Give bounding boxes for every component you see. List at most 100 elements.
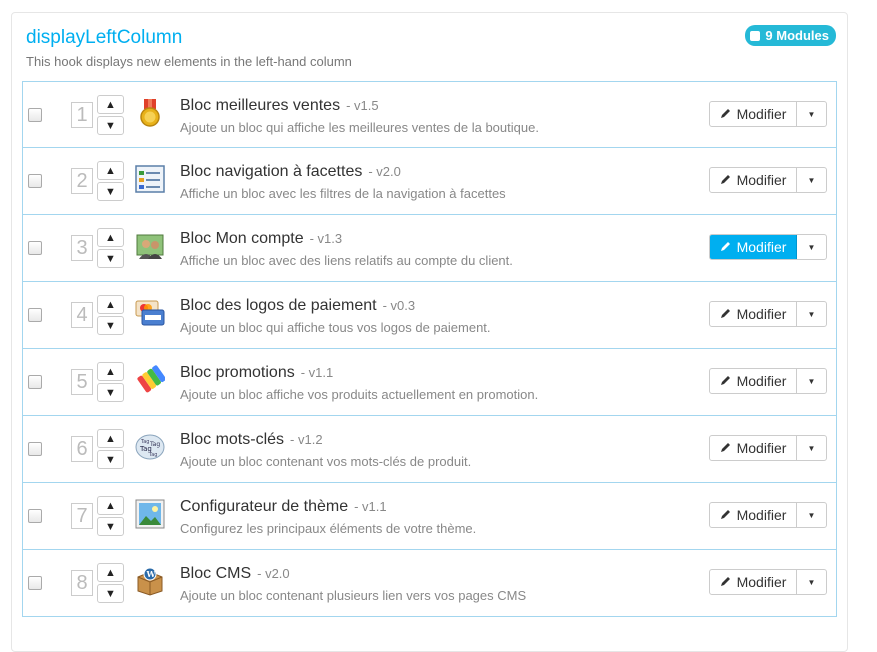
hook-description: This hook displays new elements in the l… (26, 54, 352, 69)
move-up-button[interactable]: ▲ (97, 429, 124, 448)
module-select-checkbox[interactable] (28, 375, 42, 389)
module-position: 2 (71, 168, 93, 194)
chevron-up-icon: ▲ (105, 499, 116, 512)
caret-down-icon: ▼ (807, 175, 816, 185)
modify-button[interactable]: Modifier (710, 102, 797, 126)
actions-dropdown-toggle[interactable]: ▼ (797, 570, 826, 594)
module-row: 6 ▲ ▼ Tag Tag Tag Tag Bloc mots-clés - v1.2 … (23, 416, 836, 483)
modify-button-label: Modifier (736, 574, 787, 590)
caret-down-icon: ▼ (807, 510, 816, 520)
module-actions: Modifier ▼ (709, 234, 827, 260)
module-select-checkbox[interactable] (28, 576, 42, 590)
actions-dropdown-toggle[interactable]: ▼ (797, 102, 826, 126)
move-up-button[interactable]: ▲ (97, 496, 124, 515)
actions-dropdown-toggle[interactable]: ▼ (797, 168, 826, 192)
chevron-down-icon: ▼ (105, 252, 116, 265)
move-down-button[interactable]: ▼ (97, 450, 124, 469)
modify-button[interactable]: Modifier (710, 436, 797, 460)
modify-button[interactable]: Modifier (710, 570, 797, 594)
module-description: Affiche un bloc avec des liens relatifs … (180, 253, 513, 268)
module-actions: Modifier ▼ (709, 502, 827, 528)
chevron-up-icon: ▲ (105, 566, 116, 579)
actions-dropdown-toggle[interactable]: ▼ (797, 503, 826, 527)
modify-button-label: Modifier (736, 239, 787, 255)
module-position: 8 (71, 570, 93, 596)
modify-button-label: Modifier (736, 106, 787, 122)
move-down-button[interactable]: ▼ (97, 316, 124, 335)
modules-count-badge: 9 Modules (745, 25, 836, 46)
actions-dropdown-toggle[interactable]: ▼ (797, 369, 826, 393)
chevron-down-icon: ▼ (105, 119, 116, 132)
module-name: Bloc CMS - v2.0 (180, 565, 290, 583)
module-select-checkbox[interactable] (28, 509, 42, 523)
modify-button[interactable]: Modifier (710, 302, 797, 326)
account-icon (135, 231, 165, 261)
module-row: 4 ▲ ▼ Bloc des logos de paiement - v0.3 A… (23, 282, 836, 349)
module-position: 3 (71, 235, 93, 261)
chevron-down-icon: ▼ (105, 453, 116, 466)
module-actions: Modifier ▼ (709, 101, 827, 127)
modify-button-label: Modifier (736, 172, 787, 188)
chevron-up-icon: ▲ (105, 164, 116, 177)
pencil-icon (720, 574, 732, 590)
actions-dropdown-toggle[interactable]: ▼ (797, 436, 826, 460)
chevron-down-icon: ▼ (105, 520, 116, 533)
module-row: 8 ▲ ▼ W Bloc CMS - v2.0 Ajoute un bloc co… (23, 550, 836, 617)
svg-text:Tag: Tag (148, 452, 157, 458)
caret-down-icon: ▼ (807, 376, 816, 386)
position-arrows: ▲ ▼ (97, 228, 125, 268)
pencil-icon (720, 239, 732, 255)
actions-dropdown-toggle[interactable]: ▼ (797, 235, 826, 259)
move-down-button[interactable]: ▼ (97, 517, 124, 536)
module-position: 1 (71, 102, 93, 128)
modify-button[interactable]: Modifier (710, 369, 797, 393)
caret-down-icon: ▼ (807, 309, 816, 319)
move-up-button[interactable]: ▲ (97, 95, 124, 114)
actions-dropdown-toggle[interactable]: ▼ (797, 302, 826, 326)
tag-cloud-icon: Tag Tag Tag Tag (135, 432, 165, 462)
modify-button[interactable]: Modifier (710, 235, 797, 259)
move-down-button[interactable]: ▼ (97, 584, 124, 603)
modify-button[interactable]: Modifier (710, 503, 797, 527)
chevron-down-icon: ▼ (105, 319, 116, 332)
chevron-up-icon: ▲ (105, 98, 116, 111)
module-description: Ajoute un bloc contenant plusieurs lien … (180, 588, 527, 603)
move-down-button[interactable]: ▼ (97, 116, 124, 135)
chevron-up-icon: ▲ (105, 298, 116, 311)
move-up-button[interactable]: ▲ (97, 295, 124, 314)
module-description: Ajoute un bloc affiche vos produits actu… (180, 387, 539, 402)
module-position: 6 (71, 436, 93, 462)
module-select-checkbox[interactable] (28, 308, 42, 322)
move-up-button[interactable]: ▲ (97, 228, 124, 247)
pencil-icon (720, 373, 732, 389)
move-down-button[interactable]: ▼ (97, 249, 124, 268)
position-arrows: ▲ ▼ (97, 161, 125, 201)
module-row: 2 ▲ ▼ Bloc navigation à facettes - v2.0 A… (23, 148, 836, 215)
module-version: - v1.3 (309, 231, 343, 246)
module-select-checkbox[interactable] (28, 442, 42, 456)
module-name-text: Bloc mots-clés (180, 431, 285, 448)
module-select-checkbox[interactable] (28, 174, 42, 188)
move-down-button[interactable]: ▼ (97, 182, 124, 201)
position-arrows: ▲ ▼ (97, 95, 125, 135)
module-version: - v1.1 (354, 499, 387, 514)
module-version: - v2.0 (257, 566, 290, 581)
move-down-button[interactable]: ▼ (97, 383, 124, 402)
position-arrows: ▲ ▼ (97, 563, 125, 603)
module-select-checkbox[interactable] (28, 108, 42, 122)
cms-box-icon: W (135, 566, 165, 596)
modify-button[interactable]: Modifier (710, 168, 797, 192)
module-actions: Modifier ▼ (709, 368, 827, 394)
module-actions: Modifier ▼ (709, 167, 827, 193)
caret-down-icon: ▼ (807, 109, 816, 119)
module-select-checkbox[interactable] (28, 241, 42, 255)
chevron-up-icon: ▲ (105, 231, 116, 244)
pencil-icon (720, 507, 732, 523)
caret-down-icon: ▼ (807, 242, 816, 252)
move-up-button[interactable]: ▲ (97, 161, 124, 180)
move-up-button[interactable]: ▲ (97, 362, 124, 381)
modify-button-label: Modifier (736, 440, 787, 456)
move-up-button[interactable]: ▲ (97, 563, 124, 582)
module-name-text: Bloc promotions (180, 364, 295, 381)
hook-title: displayLeftColumn (26, 27, 183, 48)
